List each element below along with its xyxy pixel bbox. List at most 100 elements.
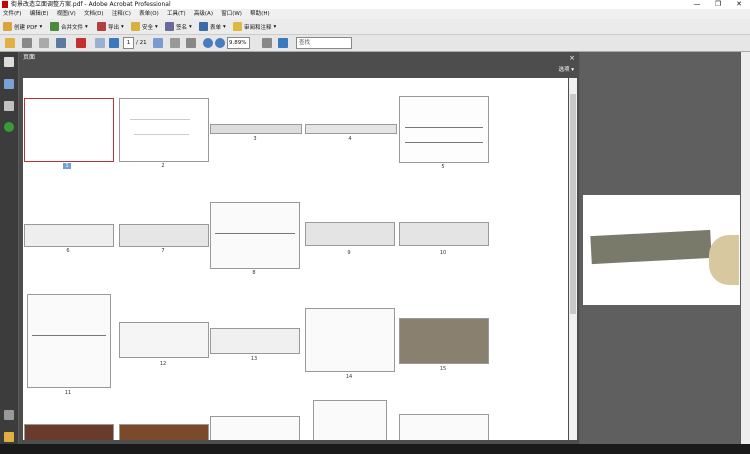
thumbnail-page-11[interactable]: [27, 294, 111, 388]
lock-icon: [131, 22, 140, 31]
minimize-button[interactable]: —: [690, 0, 704, 9]
combine-files-button[interactable]: 合并文件 ▾: [50, 21, 88, 32]
thumbnail-label: 14: [345, 374, 353, 380]
task-toolbar: 创建 PDF ▾ 合并文件 ▾ 导出 ▾ 安全 ▾ 签名 ▾ 表单 ▾ 审阅和注释 ▾: [0, 19, 750, 35]
thumbnail-label: 4: [348, 136, 352, 142]
thumbnail-page-1[interactable]: [24, 98, 114, 162]
pages-panel-toolbar: 选项 ▾: [19, 64, 579, 76]
thumbnail-page-14[interactable]: [305, 308, 395, 372]
pages-panel: 页面 × 选项 ▾ 1 2 3 4 5 6 7 8 9 10 11 12 13 …: [19, 52, 579, 444]
sign-button[interactable]: 签名 ▾: [165, 21, 192, 32]
thumbnail-page-16[interactable]: [24, 424, 114, 440]
thumbnail-label: 7: [161, 248, 165, 254]
thumbnail-page-15[interactable]: [399, 318, 489, 364]
zoom-out-icon[interactable]: [203, 38, 213, 48]
forms-button[interactable]: 表单 ▾: [199, 21, 226, 32]
select-tool-icon[interactable]: [153, 38, 163, 48]
find-input[interactable]: 查找: [296, 37, 352, 49]
menu-view[interactable]: 视图(V): [54, 9, 79, 19]
thumbnail-page-6[interactable]: [24, 224, 114, 247]
title-bar: 街景改造立面调整方案.pdf - Adobe Acrobat Professio…: [0, 0, 750, 9]
menu-document[interactable]: 文档(D): [81, 9, 107, 19]
thumbnail-scrollbar[interactable]: [569, 78, 577, 440]
menu-advanced[interactable]: 高级(A): [191, 9, 216, 19]
thumbnail-label: 5: [441, 164, 445, 170]
zoom-input[interactable]: 9.89%: [227, 37, 250, 49]
zoom-in-icon[interactable]: [215, 38, 225, 48]
combine-icon: [50, 22, 59, 31]
export-icon: [97, 22, 106, 31]
save-icon[interactable]: [39, 38, 49, 48]
page-number-input[interactable]: 1: [123, 37, 134, 49]
page-preview: [583, 195, 740, 305]
thumbnail-page-3[interactable]: [210, 124, 302, 134]
thumbnail-page-4[interactable]: [305, 124, 397, 134]
pages-panel-header: 页面 ×: [19, 52, 579, 64]
thumbnail-label: 2: [161, 163, 165, 169]
zoom-tool-icon[interactable]: [186, 38, 196, 48]
thumbnail-page-9[interactable]: [305, 222, 395, 246]
thumbnail-label: 12: [159, 361, 167, 367]
thumbnail-label: 9: [347, 250, 351, 256]
thumbnail-label: 8: [252, 270, 256, 276]
create-pdf-icon: [3, 22, 12, 31]
print-icon[interactable]: [22, 38, 32, 48]
menu-comments[interactable]: 注释(C): [109, 9, 134, 19]
thumbnail-grid: 1 2 3 4 5 6 7 8 9 10 11 12 13 14 15: [23, 78, 568, 440]
menu-file[interactable]: 文件(F): [0, 9, 24, 19]
thumbnail-page-17[interactable]: [119, 424, 209, 440]
previous-page-icon[interactable]: [95, 38, 105, 48]
thumbnail-page-13[interactable]: [210, 328, 300, 354]
thumbnail-page-8[interactable]: [210, 202, 300, 269]
attachments-icon[interactable]: [4, 410, 14, 420]
fit-width-icon[interactable]: [278, 38, 288, 48]
menu-window[interactable]: 窗口(W): [218, 9, 245, 19]
navigation-pane: [0, 52, 18, 454]
thumbnail-page-12[interactable]: [119, 322, 209, 358]
thumbnail-page-7[interactable]: [119, 224, 209, 247]
close-button[interactable]: ✕: [732, 0, 746, 9]
export-button[interactable]: 导出 ▾: [97, 21, 124, 32]
comments-icon[interactable]: [4, 432, 14, 442]
thumbnail-label: 1: [63, 163, 71, 169]
thumbnail-page-18[interactable]: [210, 416, 300, 440]
document-scrollbar[interactable]: [741, 52, 750, 444]
thumbnail-page-19[interactable]: [313, 400, 387, 440]
acrobat-icon[interactable]: [76, 38, 86, 48]
window-title: 街景改造立面调整方案.pdf - Adobe Acrobat Professio…: [11, 1, 171, 8]
thumbnail-scroll-thumb[interactable]: [570, 94, 576, 314]
open-icon[interactable]: [5, 38, 15, 48]
email-icon[interactable]: [56, 38, 66, 48]
thumbnail-label: 15: [439, 366, 447, 372]
menu-tools[interactable]: 工具(T): [164, 9, 189, 19]
restore-button[interactable]: ❐: [711, 0, 725, 9]
secure-button[interactable]: 安全 ▾: [131, 21, 158, 32]
navigation-toolbar: [0, 35, 750, 52]
pages-panel-close[interactable]: ×: [569, 52, 575, 64]
thumbnail-label: 3: [253, 136, 257, 142]
review-comment-button[interactable]: 审阅和注释 ▾: [233, 21, 276, 32]
bookmarks-icon[interactable]: [4, 79, 14, 89]
thumbnail-page-2[interactable]: [119, 98, 209, 162]
pages-options-button[interactable]: 选项 ▾: [558, 64, 574, 76]
thumbnail-page-10[interactable]: [399, 222, 489, 246]
pen-icon: [165, 22, 174, 31]
pages-icon[interactable]: [4, 57, 14, 67]
help-icon[interactable]: [4, 122, 14, 132]
pages-panel-title: 页面: [23, 54, 36, 61]
hand-tool-icon[interactable]: [170, 38, 180, 48]
fit-page-icon[interactable]: [262, 38, 272, 48]
create-pdf-button[interactable]: 创建 PDF ▾: [3, 21, 42, 32]
next-page-icon[interactable]: [109, 38, 119, 48]
thumbnail-page-5[interactable]: [399, 96, 489, 163]
acrobat-app-icon: [2, 1, 8, 8]
menu-forms[interactable]: 表单(O): [136, 9, 162, 19]
menu-help[interactable]: 帮助(H): [247, 9, 272, 19]
form-icon: [199, 22, 208, 31]
comment-icon: [233, 22, 242, 31]
menu-edit[interactable]: 编辑(E): [27, 9, 52, 19]
thumbnail-label: 6: [66, 248, 70, 254]
thumbnail-label: 13: [250, 356, 258, 362]
signatures-icon[interactable]: [4, 101, 14, 111]
thumbnail-page-20[interactable]: [399, 414, 489, 440]
